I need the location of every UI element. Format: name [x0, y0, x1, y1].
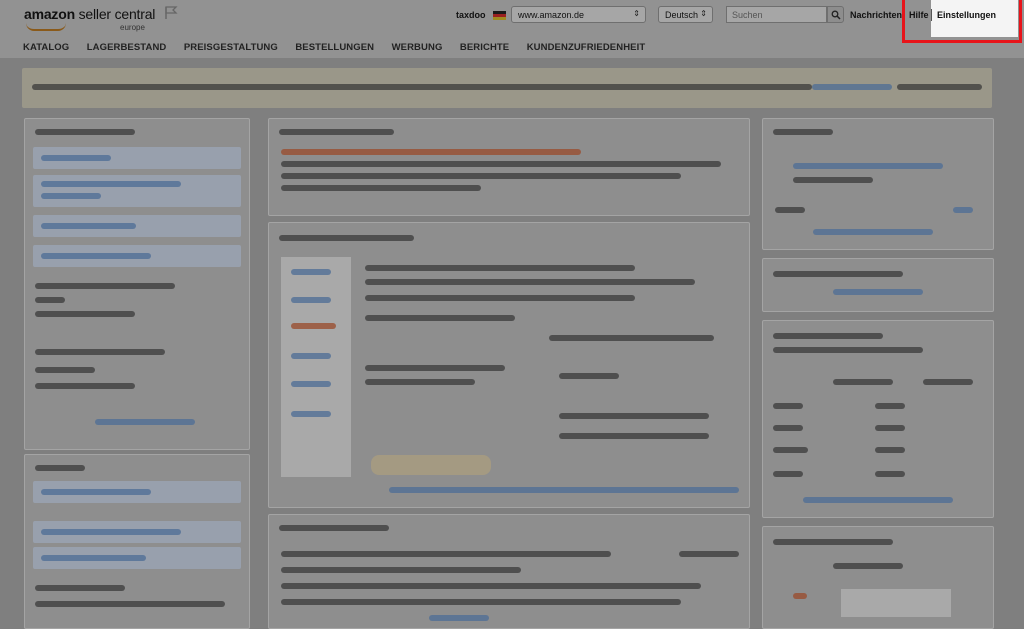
nav-bestellungen[interactable]: BESTELLUNGEN [295, 42, 374, 53]
right-panel-3 [762, 320, 994, 518]
select-arrows-icon: ⇕ [700, 9, 707, 18]
nav-lagerbestand[interactable]: LAGERBESTAND [87, 42, 167, 53]
search-icon [831, 10, 841, 20]
marketplace-value: www.amazon.de [518, 10, 585, 20]
nav-kundenzufriedenheit[interactable]: KUNDENZUFRIEDENHEIT [527, 42, 646, 53]
messages-link[interactable]: Nachrichten [850, 10, 902, 20]
center-panel-2 [268, 222, 750, 508]
left-panel-2 [24, 454, 250, 629]
language-value: Deutsch [665, 10, 699, 20]
flag-icon[interactable] [164, 6, 178, 20]
language-select[interactable]: Deutsch ⇕ [658, 6, 713, 23]
seller-central-logo[interactable]: amazon seller central europe [24, 6, 156, 32]
blurred-dashboard [16, 62, 996, 629]
nav-berichte[interactable]: BERICHTE [460, 42, 509, 53]
logo-amazon-text: amazon [24, 6, 75, 22]
search-input[interactable] [726, 6, 827, 23]
top-bar: amazon seller central europe taxdoo www.… [0, 0, 1024, 58]
marketplace-select[interactable]: www.amazon.de ⇕ [511, 6, 646, 23]
center-panel-3 [268, 514, 750, 629]
logo-seller-central-text: seller central [74, 6, 156, 22]
logo-region: europe [120, 23, 145, 32]
right-panel-4 [762, 526, 994, 629]
center-panel-1 [268, 118, 750, 216]
notification-banner [22, 68, 992, 108]
select-arrows-icon: ⇕ [633, 9, 640, 18]
nav-katalog[interactable]: KATALOG [23, 42, 69, 53]
main-navigation: KATALOG LAGERBESTAND PREISGESTALTUNG BES… [23, 37, 658, 55]
amazon-smile-icon [26, 23, 66, 31]
nav-preisgestaltung[interactable]: PREISGESTALTUNG [184, 42, 278, 53]
settings-highlight-box [902, 0, 1022, 43]
right-panel-1 [762, 118, 994, 250]
german-flag-icon [493, 11, 506, 20]
search-button[interactable] [827, 6, 844, 23]
right-panel-2 [762, 258, 994, 312]
seller-account-name[interactable]: taxdoo [456, 10, 486, 20]
nav-werbung[interactable]: WERBUNG [392, 42, 443, 53]
left-panel-1 [24, 118, 250, 450]
